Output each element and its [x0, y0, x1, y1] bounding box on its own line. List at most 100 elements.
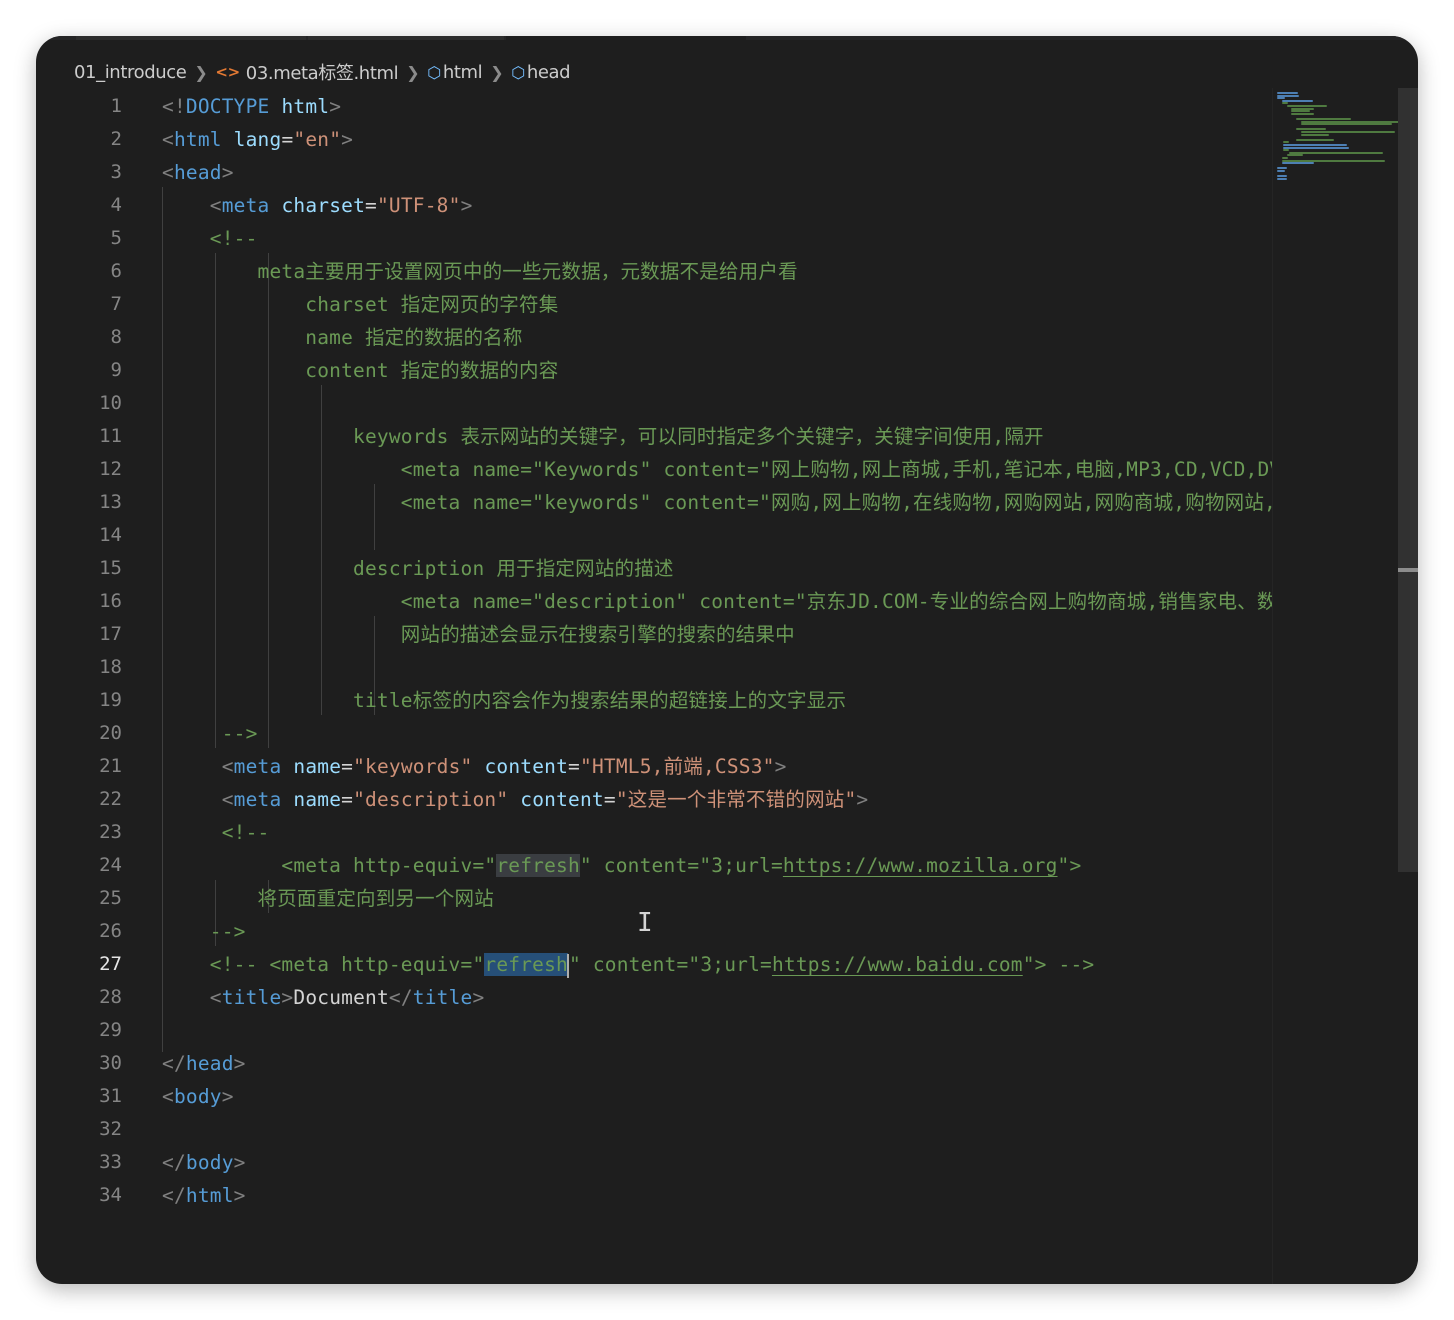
code-text[interactable]: keywords 表示网站的关键字，可以同时指定多个关键字，关键字间使用,隔开	[162, 420, 1044, 453]
code-line[interactable]: 4 <meta charset="UTF-8">	[36, 189, 1272, 222]
code-text[interactable]: <!-- <meta http-equiv="refresh" content=…	[162, 948, 1094, 981]
code-text[interactable]: <meta name="description" content="京东JD.C…	[162, 585, 1272, 618]
code-line[interactable]: 32	[36, 1113, 1272, 1146]
code-line[interactable]: 30 </head>	[36, 1047, 1272, 1080]
line-number: 34	[99, 1184, 122, 1206]
minimap-line	[1296, 118, 1351, 120]
code-line[interactable]: 2 <html lang="en">	[36, 123, 1272, 156]
code-text[interactable]: charset 指定网页的字符集	[162, 288, 558, 321]
code-text[interactable]: name 指定的数据的名称	[162, 321, 523, 354]
vertical-scrollbar[interactable]	[1398, 88, 1418, 1284]
minimap-line	[1286, 154, 1304, 157]
code-text[interactable]: <html lang="en">	[162, 123, 353, 156]
chevron-right-icon: ❯	[194, 62, 208, 82]
minimap-line	[1291, 110, 1310, 113]
breadcrumb-symbol-html[interactable]: html	[443, 62, 483, 83]
line-number: 30	[99, 1052, 122, 1074]
line-number: 19	[99, 689, 122, 711]
code-text[interactable]: -->	[162, 717, 258, 750]
line-number: 6	[110, 260, 122, 282]
code-line[interactable]: 8 name 指定的数据的名称	[36, 321, 1272, 354]
code-line[interactable]: 7 charset 指定网页的字符集	[36, 288, 1272, 321]
code-text[interactable]: <head>	[162, 156, 234, 189]
code-line[interactable]: 5 <!--	[36, 222, 1272, 255]
code-line[interactable]: 22 <meta name="description" content="这是一…	[36, 783, 1272, 816]
line-number: 28	[99, 986, 122, 1008]
code-line[interactable]: 21 <meta name="keywords" content="HTML5,…	[36, 750, 1272, 783]
code-text[interactable]: </html>	[162, 1179, 246, 1212]
line-number: 33	[99, 1151, 122, 1173]
scrollbar-thumb[interactable]	[1398, 88, 1418, 872]
code-text[interactable]: meta主要用于设置网页中的一些元数据，元数据不是给用户看	[162, 255, 798, 288]
line-number: 27	[99, 953, 122, 975]
code-line[interactable]: 28 <title>Document</title>	[36, 981, 1272, 1014]
code-line[interactable]: 34 </html>	[36, 1179, 1272, 1212]
tab[interactable]	[308, 36, 504, 40]
code-line[interactable]: 23 <!--	[36, 816, 1272, 849]
minimap[interactable]	[1272, 88, 1413, 1284]
code-line[interactable]: 33 </body>	[36, 1146, 1272, 1179]
tab[interactable]	[76, 36, 306, 40]
code-line[interactable]: 24 <meta http-equiv="refresh" content="3…	[36, 849, 1272, 882]
minimap-line	[1277, 175, 1287, 178]
code-text[interactable]: <!DOCTYPE html>	[162, 90, 341, 123]
minimap-line	[1286, 105, 1328, 107]
minimap-line	[1281, 157, 1288, 159]
code-line[interactable]: 12 <meta name="Keywords" content="网上购物,网…	[36, 453, 1272, 486]
code-text[interactable]: <meta http-equiv="refresh" content="3;ur…	[162, 849, 1081, 882]
code-text[interactable]: <meta name="keywords" content="网购,网上购物,在…	[162, 486, 1272, 519]
line-number: 5	[110, 227, 122, 249]
code-text[interactable]: <meta name="description" content="这是一个非常…	[162, 783, 868, 816]
code-text[interactable]: </head>	[162, 1047, 246, 1080]
code-line[interactable]: 27 <!-- <meta http-equiv="refresh" conte…	[36, 948, 1272, 981]
breadcrumb-folder[interactable]: 01_introduce	[74, 62, 187, 83]
code-line[interactable]: 29	[36, 1014, 1272, 1047]
code-line[interactable]: 19 title标签的内容会作为搜索结果的超链接上的文字显示	[36, 684, 1272, 717]
line-number: 24	[99, 854, 122, 876]
code-line[interactable]: 15 description 用于指定网站的描述	[36, 552, 1272, 585]
code-text[interactable]: <meta name="Keywords" content="网上购物,网上商城…	[162, 453, 1272, 486]
code-text[interactable]: <title>Document</title>	[162, 981, 484, 1014]
code-line[interactable]: 13 <meta name="keywords" content="网购,网上购…	[36, 486, 1272, 519]
code-line[interactable]: 1 <!DOCTYPE html>	[36, 90, 1272, 123]
code-line[interactable]: 6 meta主要用于设置网页中的一些元数据，元数据不是给用户看	[36, 255, 1272, 288]
code-editor[interactable]: 1 <!DOCTYPE html> 2 <html lang="en"> 3 <head>…	[36, 88, 1272, 1284]
code-text[interactable]: <meta name="keywords" content="HTML5,前端,…	[162, 750, 787, 783]
code-text[interactable]: title标签的内容会作为搜索结果的超链接上的文字显示	[162, 684, 846, 717]
code-line[interactable]: 16 <meta name="description" content="京东J…	[36, 585, 1272, 618]
code-text[interactable]: 网站的描述会显示在搜索引擎的搜索的结果中	[162, 618, 795, 651]
breadcrumb-file[interactable]: 03.meta标签.html	[246, 59, 399, 85]
minimap-line	[1277, 177, 1287, 180]
code-line[interactable]: 9 content 指定的数据的内容	[36, 354, 1272, 387]
code-text[interactable]: -->	[162, 915, 246, 948]
code-line[interactable]: 11 keywords 表示网站的关键字，可以同时指定多个关键字，关键字间使用,…	[36, 420, 1272, 453]
line-number: 3	[110, 161, 122, 183]
code-line[interactable]: 14	[36, 519, 1272, 552]
code-text[interactable]: <meta charset="UTF-8">	[162, 189, 473, 222]
line-number: 8	[110, 326, 122, 348]
line-number: 26	[99, 920, 122, 942]
breadcrumb-symbol-head[interactable]: head	[527, 62, 571, 83]
code-text[interactable]: content 指定的数据的内容	[162, 354, 558, 387]
line-number: 29	[99, 1019, 122, 1041]
code-text[interactable]: </body>	[162, 1146, 246, 1179]
code-line[interactable]: 10	[36, 387, 1272, 420]
code-text[interactable]: <body>	[162, 1080, 234, 1113]
line-number: 4	[110, 194, 122, 216]
minimap-line	[1291, 112, 1314, 115]
code-line[interactable]: 17 网站的描述会显示在搜索引擎的搜索的结果中	[36, 618, 1272, 651]
code-text[interactable]: description 用于指定网站的描述	[162, 552, 674, 585]
tab-bar	[36, 36, 1418, 40]
code-text[interactable]: 将页面重定向到另一个网站	[162, 882, 494, 915]
code-text[interactable]: <!--	[162, 222, 258, 255]
minimap-line	[1283, 146, 1349, 149]
code-line[interactable]: 26 -->	[36, 915, 1272, 948]
code-line[interactable]: 25 将页面重定向到另一个网站	[36, 882, 1272, 915]
code-line[interactable]: 31 <body>	[36, 1080, 1272, 1113]
code-line[interactable]: 20 -->	[36, 717, 1272, 750]
code-line[interactable]: 3 <head>	[36, 156, 1272, 189]
code-text[interactable]: <!--	[162, 816, 270, 849]
tab-active[interactable]	[506, 36, 746, 40]
code-line[interactable]: 18	[36, 651, 1272, 684]
line-number: 13	[99, 491, 122, 513]
